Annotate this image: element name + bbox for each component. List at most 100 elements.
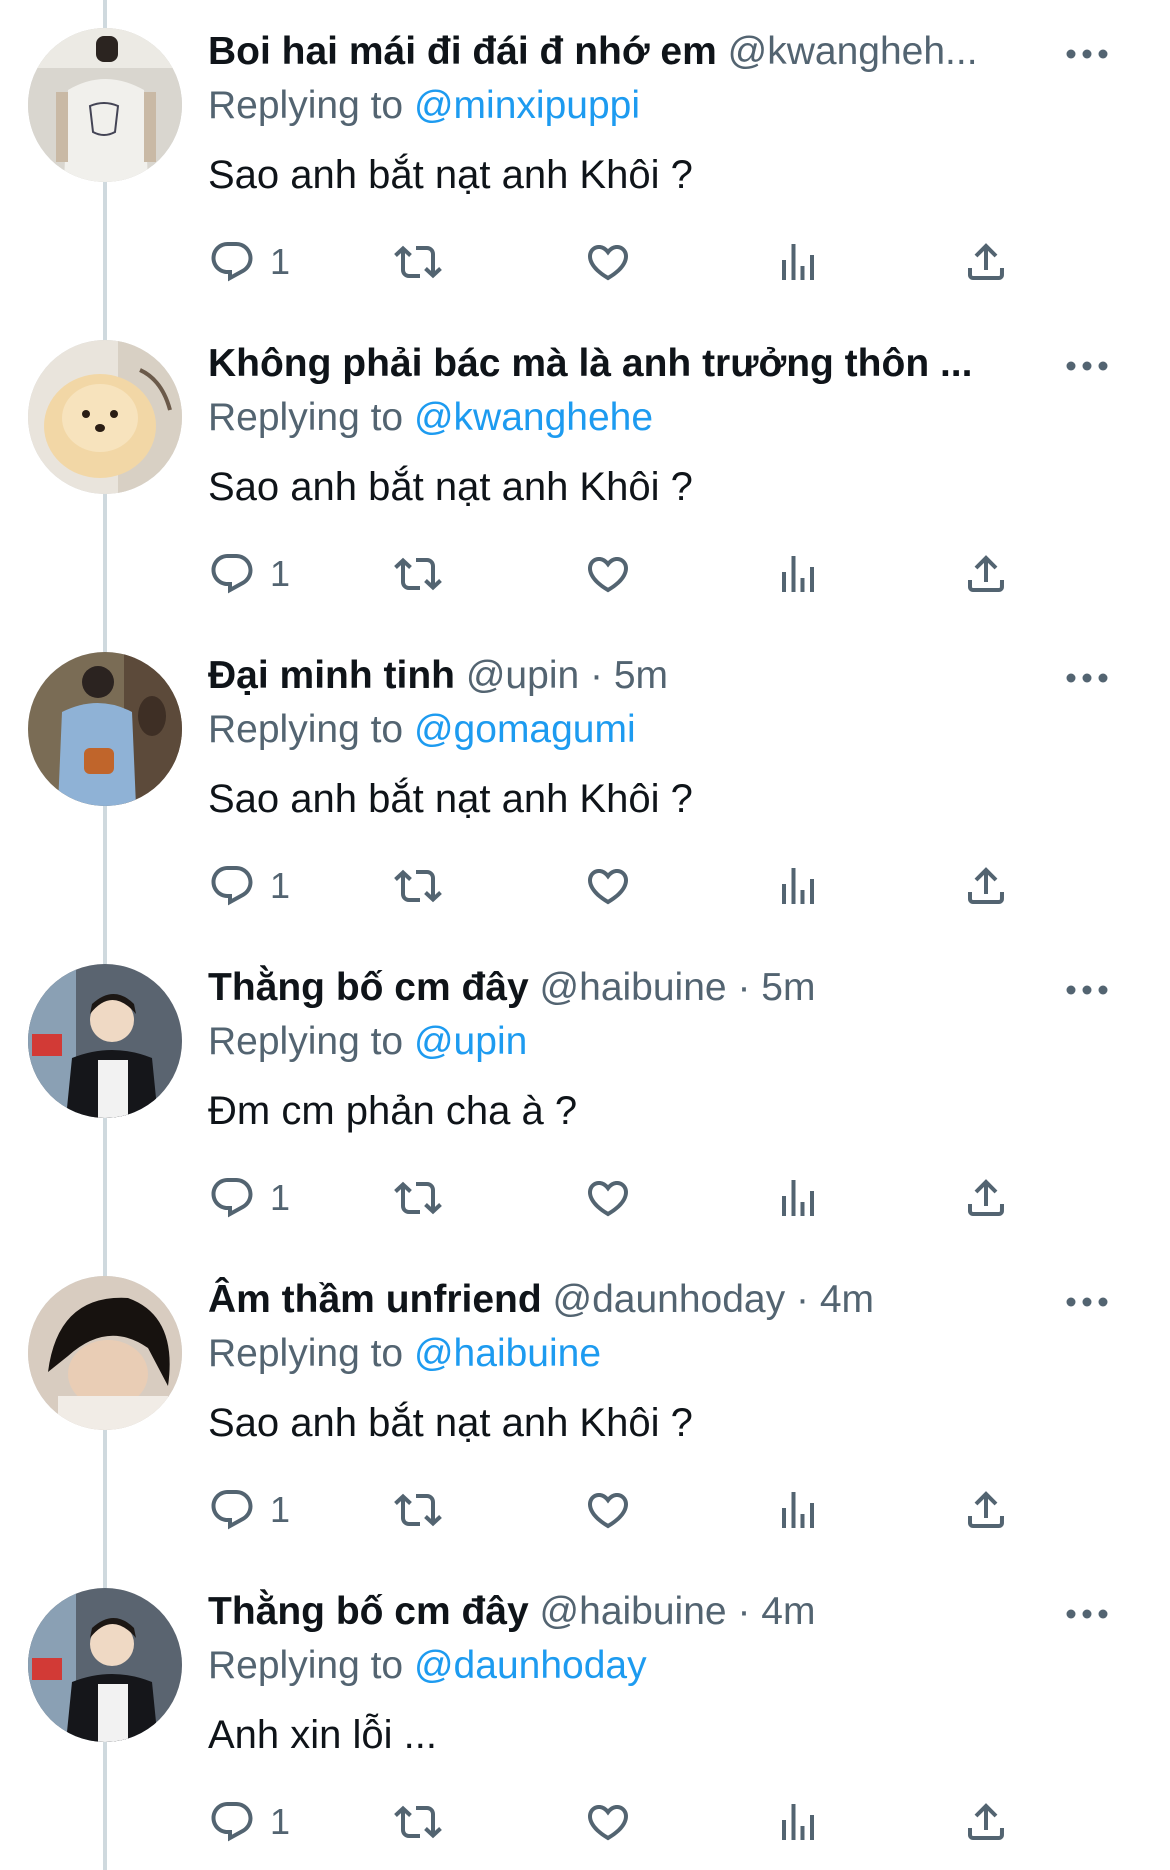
- like-button[interactable]: [584, 1486, 632, 1536]
- like-button[interactable]: [584, 1174, 632, 1224]
- reply-button[interactable]: 1: [208, 550, 290, 600]
- tweet[interactable]: Không phải bác mà là anh trưởng thôn ...…: [0, 312, 1170, 618]
- reply-mention-link[interactable]: @minxipuppi: [414, 84, 640, 127]
- share-button[interactable]: [962, 1486, 1010, 1536]
- reply-button[interactable]: 1: [208, 1798, 290, 1848]
- replying-to: Replying to @gomagumi: [208, 704, 636, 756]
- views-button[interactable]: [774, 550, 822, 600]
- share-button[interactable]: [962, 238, 1010, 288]
- tweet-header: Boi hai mái đi đái đ nhớ em @kwangheh...: [208, 26, 1048, 78]
- like-button[interactable]: [584, 862, 632, 912]
- reply-mention-link[interactable]: @upin: [414, 1020, 527, 1063]
- display-name[interactable]: Boi hai mái đi đái đ nhớ em: [208, 30, 717, 73]
- like-button[interactable]: [584, 1798, 632, 1848]
- user-handle[interactable]: @haibuine: [540, 966, 727, 1009]
- avatar[interactable]: [28, 1276, 182, 1430]
- more-dots-icon: [1066, 1297, 1108, 1307]
- share-button[interactable]: [962, 550, 1010, 600]
- tweet[interactable]: Đại minh tinh @upin · 5m Replying to @go…: [0, 624, 1170, 930]
- retweet-icon: [394, 1805, 442, 1839]
- more-options-button[interactable]: [1063, 658, 1111, 698]
- more-options-button[interactable]: [1063, 1282, 1111, 1322]
- retweet-button[interactable]: [394, 1174, 442, 1224]
- reply-bubble-icon: [211, 866, 253, 906]
- like-button[interactable]: [584, 550, 632, 600]
- display-name[interactable]: Thằng bố cm đây: [208, 966, 529, 1009]
- retweet-button[interactable]: [394, 238, 442, 288]
- user-handle[interactable]: @daunhoday: [553, 1278, 786, 1321]
- like-button[interactable]: [584, 238, 632, 288]
- reply-count: 1: [270, 1177, 291, 1218]
- tweet[interactable]: Thằng bố cm đây @haibuine · 5m Replying …: [0, 936, 1170, 1242]
- retweet-icon: [394, 557, 442, 591]
- heart-icon: [587, 1493, 629, 1529]
- more-dots-icon: [1066, 673, 1108, 683]
- more-options-button[interactable]: [1063, 34, 1111, 74]
- reply-button[interactable]: 1: [208, 862, 290, 912]
- retweet-button[interactable]: [394, 1798, 442, 1848]
- display-name[interactable]: Đại minh tinh: [208, 654, 455, 697]
- retweet-button[interactable]: [394, 550, 442, 600]
- display-name[interactable]: Không phải bác mà là anh trưởng thôn ...: [208, 342, 972, 385]
- heart-icon: [587, 1181, 629, 1217]
- display-name[interactable]: Thằng bố cm đây: [208, 1590, 529, 1633]
- more-options-button[interactable]: [1063, 970, 1111, 1010]
- tweet-text: Sao anh bắt nạt anh Khôi ?: [208, 1401, 693, 1445]
- share-button[interactable]: [962, 1174, 1010, 1224]
- retweet-button[interactable]: [394, 862, 442, 912]
- avatar[interactable]: [28, 964, 182, 1118]
- tweet[interactable]: Âm thầm unfriend @daunhoday · 4m Replyin…: [0, 1248, 1170, 1554]
- views-button[interactable]: [774, 862, 822, 912]
- reply-button[interactable]: 1: [208, 238, 290, 288]
- tweet[interactable]: Boi hai mái đi đái đ nhớ em @kwangheh...…: [0, 0, 1170, 306]
- tweet-header: Đại minh tinh @upin · 5m: [208, 650, 1048, 702]
- reply-button[interactable]: 1: [208, 1486, 290, 1536]
- more-options-button[interactable]: [1063, 1594, 1111, 1634]
- reply-count: 1: [270, 865, 291, 906]
- tweet-time[interactable]: 4m: [761, 1590, 815, 1633]
- retweet-icon: [394, 245, 442, 279]
- reply-mention-link[interactable]: @daunhoday: [414, 1644, 647, 1687]
- reply-mention-link[interactable]: @haibuine: [414, 1332, 601, 1375]
- replying-to: Replying to @haibuine: [208, 1328, 601, 1380]
- tweet-text: Sao anh bắt nạt anh Khôi ?: [208, 777, 693, 821]
- reply-bubble-icon: [211, 1178, 253, 1218]
- share-icon: [968, 867, 1004, 904]
- retweet-icon: [394, 1493, 442, 1527]
- tweet-time[interactable]: 5m: [614, 654, 668, 697]
- reply-count: 1: [270, 1801, 291, 1842]
- avatar[interactable]: [28, 28, 182, 182]
- replying-to-label: Replying to: [208, 708, 404, 751]
- retweet-button[interactable]: [394, 1486, 442, 1536]
- user-handle[interactable]: @kwangheh...: [728, 30, 978, 73]
- views-chart-icon: [782, 244, 814, 280]
- more-options-button[interactable]: [1063, 346, 1111, 386]
- tweet-text: Sao anh bắt nạt anh Khôi ?: [208, 465, 693, 509]
- tweet[interactable]: Thằng bố cm đây @haibuine · 4m Replying …: [0, 1560, 1170, 1866]
- reply-bubble-icon: [211, 242, 253, 282]
- avatar[interactable]: [28, 1588, 182, 1742]
- user-handle[interactable]: @upin: [466, 654, 579, 697]
- tweet-time[interactable]: 5m: [761, 966, 815, 1009]
- share-button[interactable]: [962, 1798, 1010, 1848]
- tweet-text: Đm cm phản cha à ?: [208, 1089, 578, 1133]
- tweet-time[interactable]: 4m: [820, 1278, 874, 1321]
- views-button[interactable]: [774, 1486, 822, 1536]
- retweet-icon: [394, 1181, 442, 1215]
- avatar[interactable]: [28, 340, 182, 494]
- share-button[interactable]: [962, 862, 1010, 912]
- views-button[interactable]: [774, 1174, 822, 1224]
- avatar[interactable]: [28, 652, 182, 806]
- user-handle[interactable]: @haibuine: [540, 1590, 727, 1633]
- views-button[interactable]: [774, 1798, 822, 1848]
- display-name[interactable]: Âm thầm unfriend: [208, 1278, 542, 1321]
- reply-button[interactable]: 1: [208, 1174, 290, 1224]
- tweet-header: Thằng bố cm đây @haibuine · 5m: [208, 962, 1048, 1014]
- reply-mention-link[interactable]: @kwanghehe: [414, 396, 653, 439]
- replying-to-label: Replying to: [208, 1644, 404, 1687]
- tweet-text: Sao anh bắt nạt anh Khôi ?: [208, 153, 693, 197]
- more-dots-icon: [1066, 1609, 1108, 1619]
- separator-dot: ·: [579, 654, 614, 697]
- reply-mention-link[interactable]: @gomagumi: [414, 708, 636, 751]
- views-button[interactable]: [774, 238, 822, 288]
